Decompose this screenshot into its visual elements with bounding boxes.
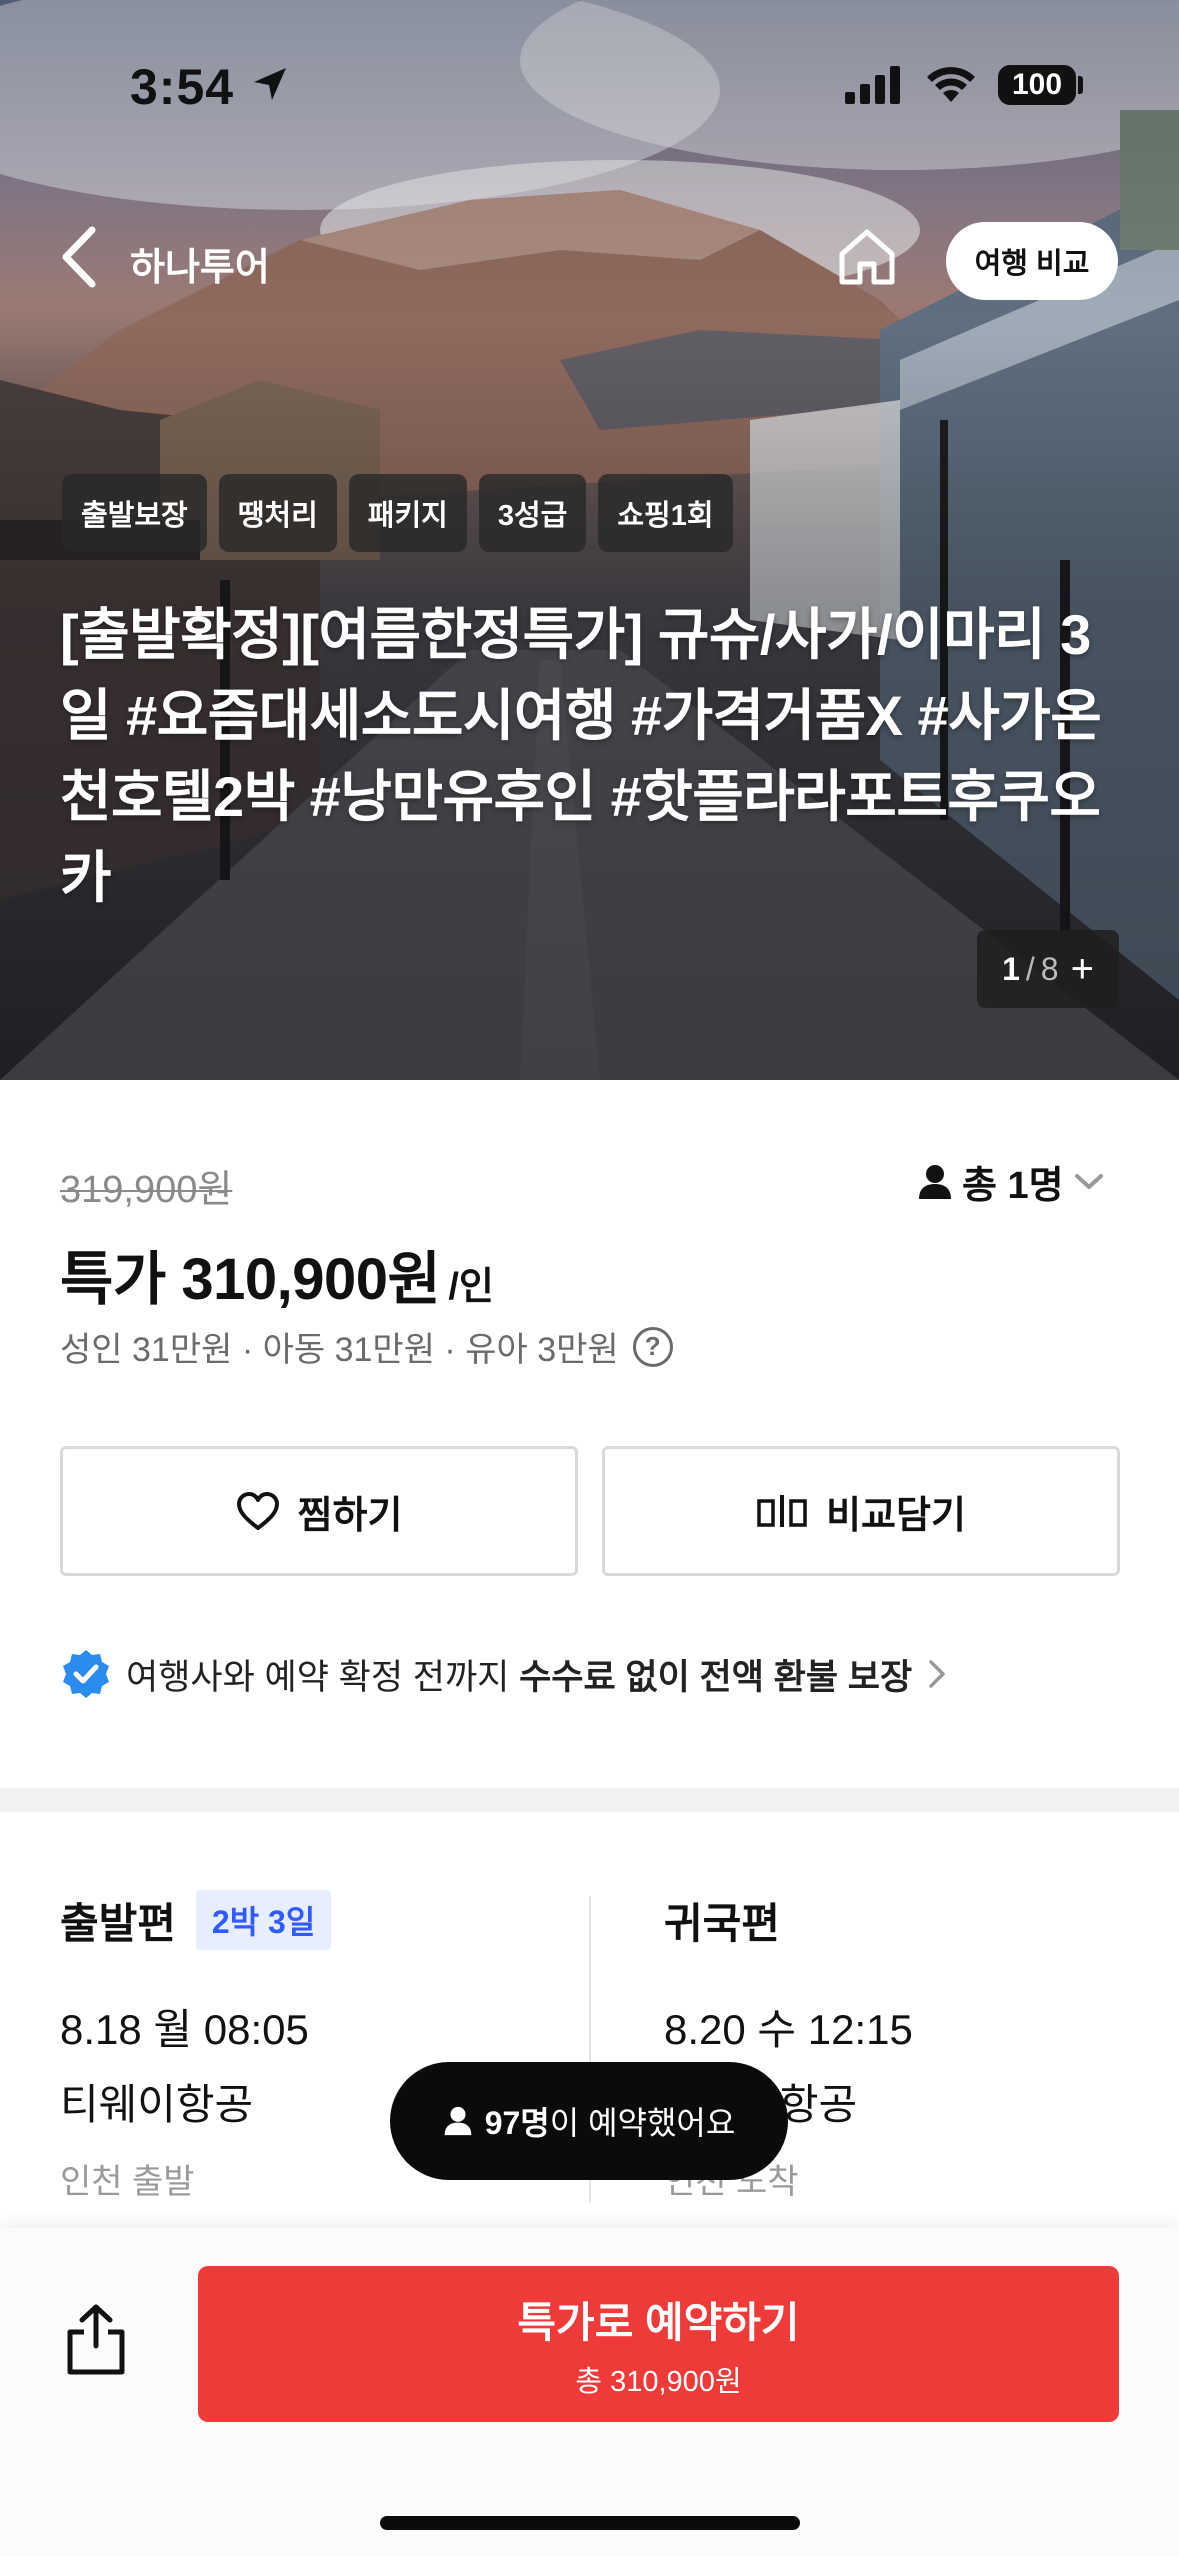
price-unit: /인 bbox=[448, 1266, 494, 1308]
wishlist-label: 찜하기 bbox=[297, 1494, 403, 1537]
tag: 쇼핑1회 bbox=[598, 474, 733, 552]
image-counter[interactable]: 1 / 8 + bbox=[977, 930, 1119, 1008]
trip-duration-badge: 2박 3일 bbox=[195, 1890, 332, 1950]
trip-compare-button[interactable]: 여행 비교 bbox=[946, 222, 1118, 300]
return-title: 귀국편 bbox=[664, 1899, 780, 1947]
plus-icon: + bbox=[1070, 946, 1094, 991]
tag: 출발보장 bbox=[62, 474, 207, 552]
share-icon[interactable] bbox=[60, 2302, 132, 2378]
refund-text: 여행사와 예약 확정 전까지 수수료 없이 전액 환불 보장 bbox=[126, 1657, 913, 1697]
hero-image[interactable]: 3:54 100 하나투어 여행 비교 출발보장 땡처리 패키지 3성급 쇼핑1… bbox=[0, 0, 1179, 1080]
person-icon bbox=[919, 1164, 951, 1199]
cellular-signal-icon bbox=[845, 66, 900, 104]
price-breakdown-text: 성인 31만원 · 아동 31만원 · 유아 3만원 bbox=[60, 1331, 619, 1369]
location-arrow-icon bbox=[254, 68, 286, 100]
chevron-down-icon bbox=[1074, 1173, 1103, 1189]
booked-count-text: 97명이 예약했어요 bbox=[484, 2105, 736, 2141]
nav-title[interactable]: 하나투어 bbox=[130, 236, 270, 291]
tag: 땡처리 bbox=[218, 474, 337, 552]
product-tags: 출발보장 땡처리 패키지 3성급 쇼핑1회 bbox=[62, 474, 733, 552]
chevron-left-icon bbox=[62, 226, 96, 288]
departure-title: 출발편 bbox=[60, 1899, 176, 1947]
section-divider bbox=[0, 1788, 1179, 1812]
original-price: 319,900원 bbox=[60, 1169, 233, 1211]
tag: 3성급 bbox=[478, 474, 587, 552]
booked-count-toast: 97명이 예약했어요 bbox=[390, 2062, 788, 2180]
special-price: 특가 310,900원 /인 bbox=[60, 1232, 494, 1316]
book-now-label: 특가로 예약하기 bbox=[517, 2298, 800, 2346]
chevron-right-icon bbox=[929, 1660, 945, 1688]
battery-indicator: 100 bbox=[998, 65, 1076, 105]
tag: 패키지 bbox=[348, 474, 467, 552]
image-counter-total: 8 bbox=[1040, 950, 1059, 987]
departure-flight[interactable]: 출발편 2박 3일 8.18 월 08:05 티웨이항공 인천 출발 bbox=[60, 1888, 332, 2203]
product-title: [출발확정][여름한정특가] 규슈/사가/이마리 3일 #요즘대세소도시여행 #… bbox=[60, 603, 1102, 909]
special-price-value: 특가 310,900원 bbox=[60, 1247, 441, 1312]
wishlist-button[interactable]: 찜하기 bbox=[60, 1446, 578, 1576]
battery-cap bbox=[1078, 76, 1083, 94]
compare-add-button[interactable]: 비교담기 bbox=[602, 1446, 1120, 1576]
home-icon[interactable] bbox=[836, 226, 898, 288]
departure-datetime: 8.18 월 08:05 bbox=[60, 2006, 309, 2053]
status-bar: 3:54 100 bbox=[0, 0, 1179, 150]
book-now-button[interactable]: 특가로 예약하기 총 310,900원 bbox=[198, 2266, 1119, 2422]
refund-guarantee-link[interactable]: 여행사와 예약 확정 전까지 수수료 없이 전액 환불 보장 bbox=[60, 1648, 948, 1700]
book-now-total: 총 310,900원 bbox=[575, 2365, 742, 2398]
heart-icon bbox=[236, 1492, 279, 1530]
back-button[interactable] bbox=[58, 222, 106, 292]
compare-add-label: 비교담기 bbox=[826, 1494, 966, 1537]
person-icon bbox=[444, 2106, 472, 2136]
image-counter-current: 1 bbox=[1002, 950, 1020, 987]
verified-badge-icon bbox=[63, 1650, 109, 1698]
compare-icon bbox=[757, 1495, 807, 1527]
passenger-count: 총 1명 bbox=[962, 1165, 1064, 1207]
home-indicator bbox=[380, 2516, 800, 2530]
price-breakdown: 성인 31만원 · 아동 31만원 · 유아 3만원 ? bbox=[60, 1322, 673, 1371]
help-icon[interactable]: ? bbox=[632, 1326, 673, 1367]
departure-airline: 티웨이항공 bbox=[60, 2081, 254, 2128]
return-datetime: 8.20 수 12:15 bbox=[664, 2006, 913, 2053]
wifi-icon bbox=[927, 67, 975, 102]
status-time: 3:54 bbox=[130, 59, 235, 115]
image-counter-separator: / bbox=[1025, 950, 1035, 987]
passenger-selector[interactable]: 총 1명 bbox=[918, 1154, 1104, 1209]
departure-airport: 인천 출발 bbox=[60, 2163, 195, 2201]
